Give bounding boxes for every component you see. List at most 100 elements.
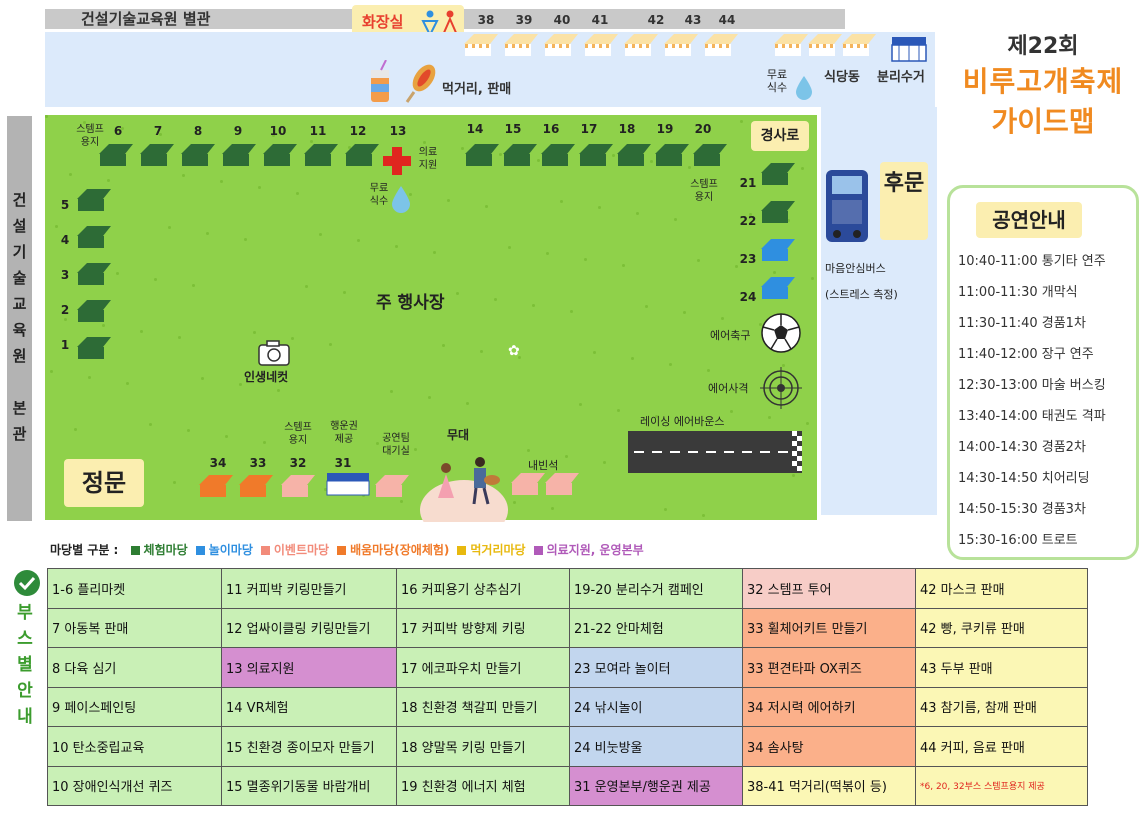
booth-cell: 17 에코파우치 만들기 <box>396 647 570 688</box>
booth-tent-left <box>77 300 111 322</box>
slope-road-label: 경사로 <box>751 121 809 151</box>
booth-cell: 18 친환경 책갈피 만들기 <box>396 686 570 727</box>
food-booth-tent <box>584 34 618 56</box>
guide-side-char: 부 <box>17 603 33 623</box>
performance-item: 11:40-12:00 장구 연주 <box>958 347 1094 362</box>
recycling-label: 분리수거 <box>877 70 925 85</box>
main-building-char: 관 <box>12 425 27 443</box>
legend: 마당별 구분 : 체험마당 놀이마당 이벤트마당 배움마당(장애체험) 먹거리마당 의료지… <box>50 541 644 558</box>
racing-track-icon <box>628 431 802 473</box>
booth-cell: 14 VR체험 <box>221 686 397 727</box>
main-building-char: 설 <box>12 217 27 235</box>
booth-number: 11 <box>309 124 327 138</box>
annex-label: 건설기술교육원 별관 <box>81 10 211 28</box>
booth-number: 44 <box>718 13 736 27</box>
booth-number: 12 <box>349 124 367 138</box>
guide-map-title: 가이드맵 <box>991 105 1095 138</box>
booth-number: 22 <box>739 214 757 228</box>
booth-tent-top <box>541 144 575 166</box>
main-building-bar: 건설기술교육원 본관 <box>7 116 32 521</box>
legend-label: 놀이마당 <box>208 543 253 557</box>
food-booth-tent <box>544 34 578 56</box>
main-building-char: 육 <box>12 321 27 339</box>
table-row: 10 탄소중립교육 15 친환경 종이모자 만들기 18 양말목 키링 만들기 24 … <box>47 726 1088 767</box>
stamp-label-6: 스템프 용지 <box>76 124 104 148</box>
flower-icon: ✿ <box>508 343 520 359</box>
booth-number: 7 <box>153 124 163 138</box>
medical-cross-icon <box>383 147 411 175</box>
performance-item: 11:00-11:30 개막식 <box>958 285 1078 300</box>
legend-swatch <box>130 546 140 555</box>
guide-side-char: 안 <box>17 681 33 701</box>
legend-label: 의료지원, 운영본부 <box>546 543 644 557</box>
booth-tent-guest <box>545 473 579 495</box>
booth-cell: 43 두부 판매 <box>915 647 1088 688</box>
booth-cell: 34 솜사탕 <box>742 726 916 767</box>
booth-cell: 15 친환경 종이모자 만들기 <box>221 726 397 767</box>
food-booth-tent <box>504 34 538 56</box>
booth-number: 18 <box>618 122 636 136</box>
booth-tent-left <box>77 189 111 211</box>
booth-cell: 24 비눗방울 <box>569 726 743 767</box>
booth-number: 1 <box>60 338 70 352</box>
check-circle-icon <box>14 570 40 596</box>
booth-tent-34 <box>199 475 233 497</box>
bus-icon <box>826 170 868 242</box>
main-building-char <box>7 370 32 396</box>
booth-cell: 10 장애인식개선 퀴즈 <box>47 765 222 806</box>
legend-swatch <box>533 546 543 555</box>
ticket-label: 행운권 제공 <box>330 421 358 445</box>
booth-number: 34 <box>209 456 227 470</box>
booth-number: 17 <box>580 122 598 136</box>
booth-tent-top <box>503 144 537 166</box>
legend-item: 체험마당 <box>123 543 188 557</box>
booth-cell: 23 모여라 놀이터 <box>569 647 743 688</box>
booth-number: 6 <box>113 124 123 138</box>
booth-cell: 43 참기름, 참깨 판매 <box>915 686 1088 727</box>
booth-cell: 42 빵, 쿠키류 판매 <box>915 607 1088 648</box>
booth-number: 9 <box>233 124 243 138</box>
booth-tent-top <box>465 144 499 166</box>
performer-room-label: 공연팀 대기실 <box>382 433 410 457</box>
booth-number: 38 <box>477 13 495 27</box>
main-building-char: 본 <box>12 399 27 417</box>
air-soccer-label: 에어축구 <box>710 329 751 342</box>
soccer-ball-icon <box>761 313 801 353</box>
booth-cell: 44 커피, 음료 판매 <box>915 726 1088 767</box>
booth-tent-top <box>222 144 256 166</box>
booth-cell: 21-22 안마체험 <box>569 607 743 648</box>
booth-cell: 11 커피박 키링만들기 <box>221 568 397 609</box>
food-booth-tent <box>664 34 698 56</box>
performance-item: 11:30-11:40 경품1차 <box>958 316 1086 331</box>
table-row: 7 아동복 판매 12 업싸이클링 키링만들기 17 커피박 방향제 키링 21-22… <box>47 607 1088 648</box>
booth-cell: 33 휠체어키트 만들기 <box>742 607 916 648</box>
food-booth-tent <box>774 34 808 56</box>
food-booth-tents <box>464 34 738 56</box>
booth-tent-top <box>655 144 689 166</box>
stage-illustration <box>420 457 508 522</box>
booth-cell: 17 커피박 방향제 키링 <box>396 607 570 648</box>
legend-item: 먹거리마당 <box>449 543 526 557</box>
booth-guide-label: 부스별안내 <box>5 600 45 730</box>
performance-item: 13:40-14:00 태권도 격파 <box>958 409 1106 424</box>
stamp-label-20: 스템프 용지 <box>690 179 718 203</box>
booth-cell: 42 마스크 판매 <box>915 568 1088 609</box>
cafeteria-tents <box>774 34 876 56</box>
booth-cell: 32 스템프 투어 <box>742 568 916 609</box>
free-water-label-top: 무료 식수 <box>766 68 788 94</box>
booth-tent-top <box>181 144 215 166</box>
booth-number: 4 <box>60 233 70 247</box>
table-row: 9 페이스페인팅 14 VR체험 18 친환경 책갈피 만들기 24 낚시놀이 34 저… <box>47 686 1088 727</box>
legend-swatch <box>337 546 347 555</box>
target-icon <box>760 367 802 409</box>
photo-spot-label: 인생네컷 <box>244 370 289 384</box>
booth-cell: 10 탄소중립교육 <box>47 726 222 767</box>
booth-tent-right <box>761 239 795 261</box>
booth-tent-top <box>140 144 174 166</box>
booth-number: 39 <box>515 13 533 27</box>
booth-cell: 24 낚시놀이 <box>569 686 743 727</box>
main-building-char: 술 <box>12 269 27 287</box>
booth-tent-right <box>761 201 795 223</box>
recycling-booth-icon <box>891 37 927 62</box>
stamp-label-32: 스템프 용지 <box>284 422 312 446</box>
